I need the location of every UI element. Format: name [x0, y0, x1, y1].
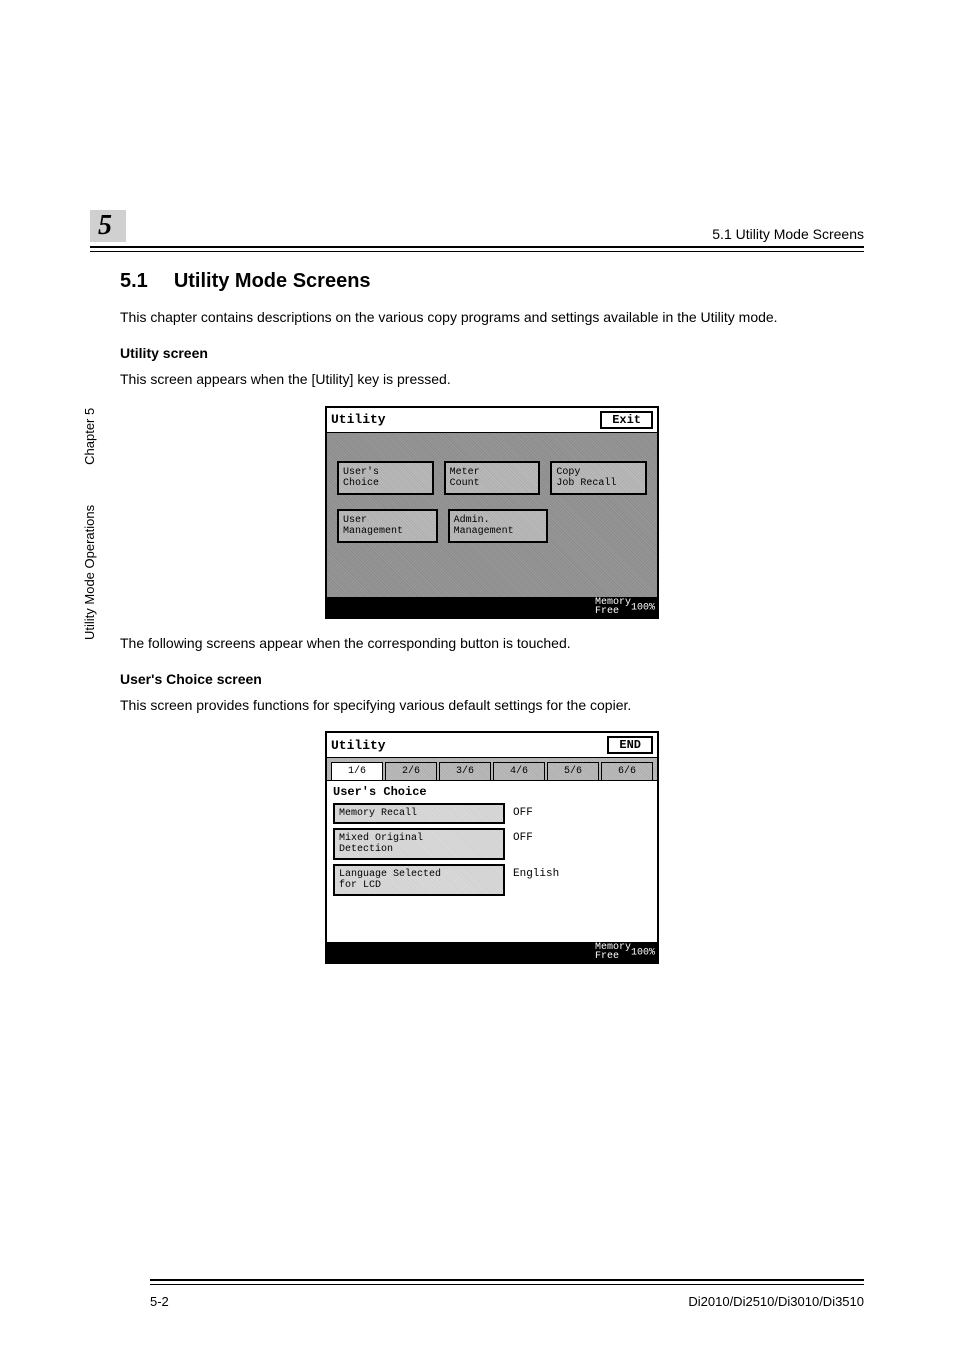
- tab-6-6[interactable]: 6/6: [601, 762, 653, 780]
- model-line: Di2010/Di2510/Di3010/Di3510: [688, 1294, 864, 1309]
- memory-recall-value: OFF: [513, 803, 533, 824]
- mixed-original-detection-button[interactable]: Mixed Original Detection: [333, 828, 505, 860]
- memory-recall-button[interactable]: Memory Recall: [333, 803, 505, 824]
- language-selected-value: English: [513, 864, 559, 896]
- tab-2-6[interactable]: 2/6: [385, 762, 437, 780]
- memory-free-value-2: 100%: [631, 948, 655, 959]
- users-choice-lcd: Utility END 1/6 2/6 3/6 4/6 5/6 6/6 User…: [325, 731, 659, 964]
- side-tab: Utility Mode Operations Chapter 5: [82, 408, 97, 640]
- tab-3-6[interactable]: 3/6: [439, 762, 491, 780]
- chapter-number: 5: [90, 210, 126, 242]
- tab-5-6[interactable]: 5/6: [547, 762, 599, 780]
- language-selected-button[interactable]: Language Selected for LCD: [333, 864, 505, 896]
- memory-free-label: Memory Free: [595, 598, 631, 616]
- users-choice-heading: User's Choice screen: [120, 671, 864, 687]
- users-choice-text: This screen provides functions for speci…: [120, 695, 864, 715]
- lcd2-title: Utility: [331, 738, 386, 753]
- page-number: 5-2: [150, 1294, 169, 1309]
- section-title: Utility Mode Screens: [174, 270, 371, 293]
- side-tab-chapter: Chapter 5: [82, 408, 97, 465]
- admin-management-button[interactable]: Admin. Management: [448, 509, 549, 543]
- meter-count-button[interactable]: Meter Count: [444, 461, 541, 495]
- mid-text: The following screens appear when the co…: [120, 633, 864, 653]
- users-choice-subheading: User's Choice: [327, 781, 657, 801]
- footer-rule: [150, 1279, 864, 1285]
- utility-screen-heading: Utility screen: [120, 345, 864, 361]
- utility-screen-text: This screen appears when the [Utility] k…: [120, 369, 864, 389]
- header-rule: [90, 246, 864, 252]
- tab-1-6[interactable]: 1/6: [331, 762, 383, 780]
- users-choice-button[interactable]: User's Choice: [337, 461, 434, 495]
- mixed-original-detection-value: OFF: [513, 828, 533, 860]
- lcd-title: Utility: [331, 412, 386, 427]
- end-button[interactable]: END: [607, 736, 653, 754]
- section-intro: This chapter contains descriptions on th…: [120, 307, 864, 327]
- section-number: 5.1: [120, 270, 148, 293]
- running-head: 5.1 Utility Mode Screens: [712, 226, 864, 242]
- side-tab-book: Utility Mode Operations: [82, 505, 97, 640]
- memory-free-value: 100%: [631, 602, 655, 613]
- user-management-button[interactable]: User Management: [337, 509, 438, 543]
- tab-4-6[interactable]: 4/6: [493, 762, 545, 780]
- utility-lcd: Utility Exit User's Choice Meter Count C…: [325, 406, 659, 619]
- copy-job-recall-button[interactable]: Copy Job Recall: [550, 461, 647, 495]
- memory-free-label-2: Memory Free: [595, 943, 631, 961]
- exit-button[interactable]: Exit: [600, 411, 653, 429]
